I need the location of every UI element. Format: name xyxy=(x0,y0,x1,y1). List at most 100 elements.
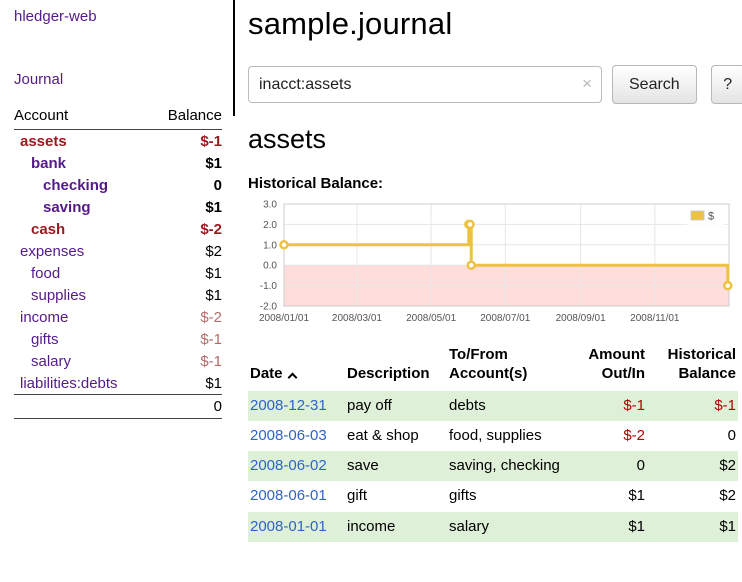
svg-text:2008/07/01: 2008/07/01 xyxy=(480,313,530,324)
transaction-date-link[interactable]: 2008-06-01 xyxy=(250,487,327,504)
transaction-balance: $2 xyxy=(647,451,738,481)
hledger-web-app: hledger-web Journal Account Balance asse… xyxy=(0,0,742,582)
search-form: × Search ? xyxy=(248,65,742,104)
account-row: salary $-1 xyxy=(14,350,222,372)
register-row: 2008-06-01 gift gifts $1 $2 xyxy=(248,481,738,511)
register-col-amount: Amount Out/In xyxy=(569,344,647,391)
search-button[interactable]: Search xyxy=(612,65,697,104)
sort-ascending-icon xyxy=(287,372,297,382)
register-row: 2008-06-03 eat & shop food, supplies $-2… xyxy=(248,421,738,451)
transaction-balance: $-1 xyxy=(647,391,738,421)
account-link[interactable]: salary xyxy=(14,353,71,370)
account-link[interactable]: income xyxy=(14,309,68,326)
main-content: sample.journal × Search ? assets Histori… xyxy=(234,0,742,582)
account-link[interactable]: assets xyxy=(14,133,67,150)
transaction-balance: $2 xyxy=(647,481,738,511)
accounts-header-row: Account Balance xyxy=(14,104,222,130)
account-link[interactable]: food xyxy=(14,265,60,282)
account-balance: $-1 xyxy=(151,328,222,350)
account-link[interactable]: liabilities:debts xyxy=(14,375,118,392)
svg-text:$: $ xyxy=(708,211,714,223)
transaction-balance: 0 xyxy=(647,421,738,451)
svg-text:-1.0: -1.0 xyxy=(260,281,278,292)
account-balance: $-2 xyxy=(151,306,222,328)
transaction-amount: $-1 xyxy=(569,391,647,421)
transaction-description: save xyxy=(345,451,447,481)
transaction-description: eat & shop xyxy=(345,421,447,451)
transaction-accounts: food, supplies xyxy=(447,421,569,451)
account-link[interactable]: saving xyxy=(14,199,91,216)
transaction-accounts: debts xyxy=(447,391,569,421)
svg-text:3.0: 3.0 xyxy=(263,200,277,211)
account-link[interactable]: cash xyxy=(14,221,65,238)
account-balance: $1 xyxy=(151,372,222,395)
transaction-amount: 0 xyxy=(569,451,647,481)
account-balance: $-1 xyxy=(151,350,222,372)
transaction-date-link[interactable]: 2008-06-03 xyxy=(250,427,327,444)
sidebar-divider xyxy=(233,0,235,116)
account-link[interactable]: bank xyxy=(14,155,66,172)
register-header-row: Date Description To/From Account(s) Amou… xyxy=(248,344,738,391)
accounts-total-row: 0 xyxy=(14,395,222,419)
account-heading: assets xyxy=(248,124,742,155)
register-row: 2008-01-01 income salary $1 $1 xyxy=(248,512,738,542)
accounts-table: Account Balance assets $-1 bank $1 checkin… xyxy=(14,104,222,419)
transaction-description: pay off xyxy=(345,391,447,421)
account-link[interactable]: supplies xyxy=(14,287,86,304)
svg-text:2008/01/01: 2008/01/01 xyxy=(259,313,309,324)
account-balance: $1 xyxy=(151,262,222,284)
register-col-date[interactable]: Date xyxy=(248,344,345,391)
transaction-description: gift xyxy=(345,481,447,511)
register-row: 2008-06-02 save saving, checking 0 $2 xyxy=(248,451,738,481)
account-row: food $1 xyxy=(14,262,222,284)
account-row: gifts $-1 xyxy=(14,328,222,350)
account-link[interactable]: gifts xyxy=(14,331,59,348)
account-row: checking 0 xyxy=(14,174,222,196)
register-row: 2008-12-31 pay off debts $-1 $-1 xyxy=(248,391,738,421)
help-button[interactable]: ? xyxy=(711,65,742,104)
sidebar-item-journal[interactable]: Journal xyxy=(14,71,222,88)
account-balance: $-1 xyxy=(151,130,222,153)
account-row: liabilities:debts $1 xyxy=(14,372,222,395)
account-link[interactable]: expenses xyxy=(14,243,84,260)
account-link[interactable]: checking xyxy=(14,177,108,194)
transaction-date-link[interactable]: 2008-12-31 xyxy=(250,397,327,414)
transaction-accounts: gifts xyxy=(447,481,569,511)
transaction-amount: $1 xyxy=(569,481,647,511)
account-row: cash $-2 xyxy=(14,218,222,240)
svg-text:2008/05/01: 2008/05/01 xyxy=(406,313,456,324)
account-row: saving$1 xyxy=(14,196,222,218)
svg-text:2008/11/01: 2008/11/01 xyxy=(630,313,680,324)
svg-text:2.0: 2.0 xyxy=(263,220,277,231)
account-balance: 0 xyxy=(151,174,222,196)
svg-text:-2.0: -2.0 xyxy=(260,302,278,313)
transaction-accounts: saving, checking xyxy=(447,451,569,481)
svg-text:2008/03/01: 2008/03/01 xyxy=(332,313,382,324)
search-input-wrap: × xyxy=(248,66,602,103)
account-balance: $2 xyxy=(151,240,222,262)
account-balance: $1 xyxy=(151,152,222,174)
account-row: income $-2 xyxy=(14,306,222,328)
svg-text:1.0: 1.0 xyxy=(263,240,277,251)
account-row: expenses $2 xyxy=(14,240,222,262)
clear-search-icon[interactable]: × xyxy=(582,74,592,94)
transaction-date-link[interactable]: 2008-06-02 xyxy=(250,457,327,474)
app-title-link[interactable]: hledger-web xyxy=(14,8,222,25)
transaction-amount: $-2 xyxy=(569,421,647,451)
search-input[interactable] xyxy=(248,66,602,103)
account-row: bank $1 xyxy=(14,152,222,174)
page-title: sample.journal xyxy=(248,6,742,42)
accounts-total-balance: 0 xyxy=(151,395,222,419)
accounts-col-account: Account xyxy=(14,104,151,130)
transaction-date-link[interactable]: 2008-01-01 xyxy=(250,518,327,535)
transaction-balance: $1 xyxy=(647,512,738,542)
account-balance: $-2 xyxy=(151,218,222,240)
historical-balance-chart: 3.02.01.00.0-1.0-2.02008/01/012008/03/01… xyxy=(248,196,737,332)
register-col-tofrom: To/From Account(s) xyxy=(447,344,569,391)
transaction-accounts: salary xyxy=(447,512,569,542)
transaction-amount: $1 xyxy=(569,512,647,542)
sidebar: hledger-web Journal Account Balance asse… xyxy=(0,0,234,582)
account-row: supplies$1 xyxy=(14,284,222,306)
account-row: assets $-1 xyxy=(14,130,222,153)
accounts-col-balance: Balance xyxy=(151,104,222,130)
